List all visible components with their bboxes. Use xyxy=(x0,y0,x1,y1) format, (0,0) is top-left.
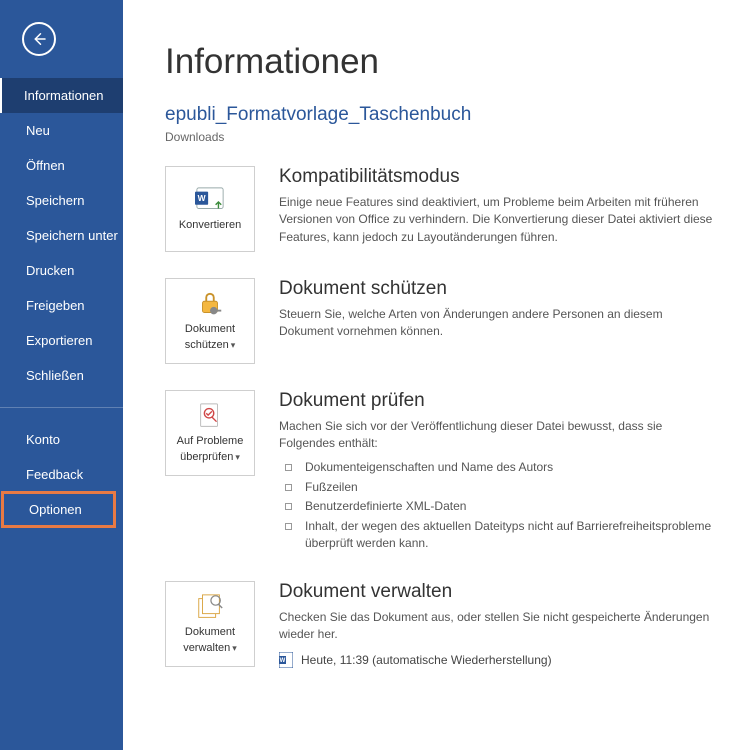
manage-tile[interactable]: Dokument verwalten ▾ xyxy=(165,581,255,667)
list-item: Dokumenteigenschaften und Name des Autor… xyxy=(279,459,720,476)
nav-separator xyxy=(0,407,123,408)
section-desc: Steuern Sie, welche Arten von Änderungen… xyxy=(279,306,720,341)
nav-item-drucken[interactable]: Drucken xyxy=(0,253,123,288)
recovery-entry[interactable]: W Heute, 11:39 (automatische Wiederherst… xyxy=(279,652,720,668)
list-item: Inhalt, der wegen des aktuellen Dateityp… xyxy=(279,518,720,552)
convert-tile[interactable]: W Konvertieren xyxy=(165,166,255,252)
word-convert-icon: W xyxy=(195,185,225,213)
tile-label-line1: Auf Probleme xyxy=(177,435,244,449)
section-manage: Dokument verwalten ▾ Dokument verwalten … xyxy=(165,581,720,668)
back-button[interactable] xyxy=(22,22,56,56)
protect-tile[interactable]: Dokument schützen ▾ xyxy=(165,278,255,364)
word-doc-icon: W xyxy=(279,652,293,668)
arrow-left-icon xyxy=(30,30,48,48)
tutorial-highlight: Optionen xyxy=(1,491,116,528)
nav-item-neu[interactable]: Neu xyxy=(0,113,123,148)
tile-label-line2: schützen xyxy=(185,339,229,353)
nav-label: Exportieren xyxy=(26,333,92,348)
nav-item-oeffnen[interactable]: Öffnen xyxy=(0,148,123,183)
main-panel: Informationen epubli_Formatvorlage_Tasch… xyxy=(123,0,750,750)
list-item: Benutzerdefinierte XML-Daten xyxy=(279,498,720,515)
nav-item-exportieren[interactable]: Exportieren xyxy=(0,323,123,358)
nav-label: Drucken xyxy=(26,263,74,278)
nav-item-optionen[interactable]: Optionen xyxy=(5,494,109,525)
nav-item-speichern[interactable]: Speichern xyxy=(0,183,123,218)
nav-item-freigeben[interactable]: Freigeben xyxy=(0,288,123,323)
page-title: Informationen xyxy=(165,42,720,82)
manage-icon xyxy=(195,592,225,620)
recovery-text: Heute, 11:39 (automatische Wiederherstel… xyxy=(301,653,552,667)
section-inspect: Auf Probleme überprüfen ▾ Dokument prüfe… xyxy=(165,390,720,555)
backstage-sidebar: Informationen Neu Öffnen Speichern Speic… xyxy=(0,0,123,750)
chevron-down-icon: ▾ xyxy=(235,452,240,463)
nav-label: Speichern unter xyxy=(26,228,118,243)
tile-label-line1: Dokument xyxy=(185,626,235,640)
section-desc: Checken Sie das Dokument aus, oder stell… xyxy=(279,609,720,644)
section-heading: Dokument prüfen xyxy=(279,390,720,412)
section-protect: Dokument schützen ▾ Dokument schützen St… xyxy=(165,278,720,364)
section-heading: Dokument verwalten xyxy=(279,581,720,603)
nav-label: Schließen xyxy=(26,368,84,383)
nav-label: Freigeben xyxy=(26,298,85,313)
section-heading: Kompatibilitätsmodus xyxy=(279,166,720,188)
nav-label: Öffnen xyxy=(26,158,65,173)
nav-label: Speichern xyxy=(26,193,85,208)
nav-item-feedback[interactable]: Feedback xyxy=(0,457,123,492)
tile-label: Konvertieren xyxy=(179,219,241,233)
tile-label-line2: verwalten xyxy=(183,642,230,656)
inspect-icon xyxy=(195,401,225,429)
section-desc: Machen Sie sich vor der Veröffentlichung… xyxy=(279,418,720,453)
chevron-down-icon: ▾ xyxy=(231,340,236,351)
nav-item-konto[interactable]: Konto xyxy=(0,422,123,457)
chevron-down-icon: ▾ xyxy=(232,643,237,654)
list-item: Fußzeilen xyxy=(279,479,720,496)
nav-label: Informationen xyxy=(24,88,104,103)
section-desc: Einige neue Features sind deaktiviert, u… xyxy=(279,194,720,246)
nav-item-schliessen[interactable]: Schließen xyxy=(0,358,123,393)
svg-text:W: W xyxy=(280,658,286,664)
svg-text:W: W xyxy=(198,193,206,203)
nav-label: Feedback xyxy=(26,467,83,482)
section-compatibility: W Konvertieren Kompatibilitätsmodus Eini… xyxy=(165,166,720,252)
inspect-tile[interactable]: Auf Probleme überprüfen ▾ xyxy=(165,390,255,476)
tile-label-line2: überprüfen xyxy=(180,451,233,465)
nav-label: Neu xyxy=(26,123,50,138)
nav-item-speichern-unter[interactable]: Speichern unter xyxy=(0,218,123,253)
nav-label: Optionen xyxy=(29,502,82,517)
nav-item-informationen[interactable]: Informationen xyxy=(0,78,123,113)
document-title[interactable]: epubli_Formatvorlage_Taschenbuch xyxy=(165,104,720,126)
tile-label-line1: Dokument xyxy=(185,323,235,337)
section-heading: Dokument schützen xyxy=(279,278,720,300)
document-location: Downloads xyxy=(165,130,720,144)
lock-icon xyxy=(195,289,225,317)
inspect-bullet-list: Dokumenteigenschaften und Name des Autor… xyxy=(279,459,720,552)
nav-label: Konto xyxy=(26,432,60,447)
